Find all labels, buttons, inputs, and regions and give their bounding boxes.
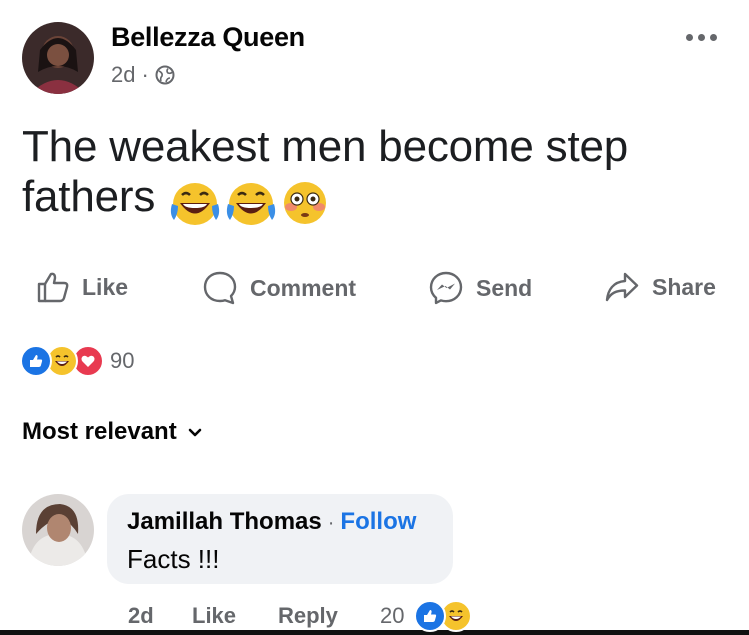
comment-sort-dropdown[interactable]: Most relevant [22,418,203,446]
messenger-icon [428,270,464,306]
comment-reply-button[interactable]: Reply [278,603,380,629]
laughing-crying-face-icon [168,178,222,233]
reaction-summary[interactable]: 90 [20,345,134,377]
comment-header: Jamillah Thomas · Follow [127,508,416,536]
post-meta: 2d · [111,62,175,88]
comment-label: Comment [250,274,357,301]
post-text-line-1: The weakest men become step fathers [22,122,722,222]
commenter-name[interactable]: Jamillah Thomas [127,508,322,536]
comment-icon [202,270,238,306]
comment-reaction-count: 20 [380,603,405,628]
comment-like-button[interactable]: Like [192,603,278,629]
comment-actions: 2d Like Reply 20 [128,600,473,632]
share-button[interactable]: Share [604,270,716,304]
author-name[interactable]: Bellezza Queen [111,22,305,53]
share-arrow-icon [604,270,640,304]
reaction-count: 90 [110,348,135,373]
comment-text: Facts !!! [127,544,220,574]
chevron-down-icon [187,418,203,446]
meta-separator: · [141,62,149,87]
laughing-crying-face-icon [224,178,278,233]
follow-button[interactable]: Follow [340,508,416,536]
flushed-face-icon [280,178,330,233]
share-label: Share [652,273,716,300]
globe-icon [155,65,175,85]
like-label: Like [82,273,129,300]
sort-label: Most relevant [22,418,177,445]
like-button[interactable]: Like [36,270,128,304]
author-avatar[interactable] [22,22,94,94]
bottom-divider [0,630,749,635]
send-label: Send [476,274,533,301]
more-options-icon[interactable] [686,34,717,41]
commenter-avatar[interactable] [22,494,94,566]
comment-button[interactable]: Comment [202,270,356,306]
thumbs-up-icon [36,270,70,304]
post-emojis [168,178,330,233]
like-reaction-icon [414,600,447,632]
comment-reactions[interactable] [414,600,473,632]
comment-separator: · [327,512,335,534]
send-button[interactable]: Send [428,270,532,306]
post-text: The weakest men become step fathers [22,122,629,221]
like-reaction-icon [20,345,52,377]
comment-time[interactable]: 2d [128,603,192,629]
post-time[interactable]: 2d [111,62,135,88]
comment-bubble[interactable]: Jamillah Thomas · Follow Facts !!! [107,494,453,584]
